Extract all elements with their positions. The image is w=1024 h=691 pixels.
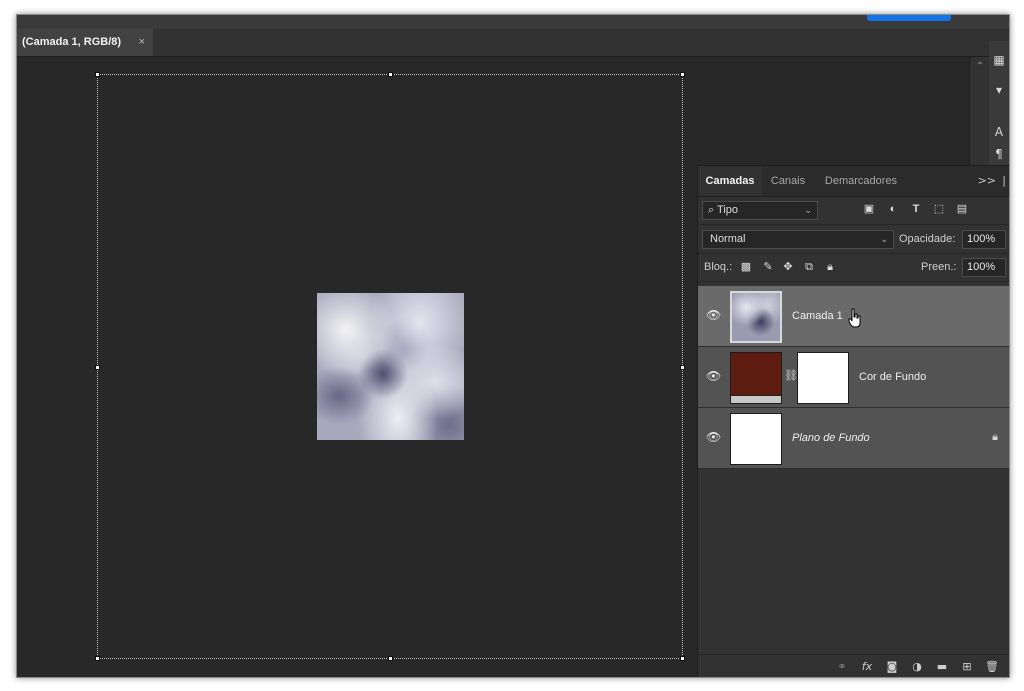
character-panel-icon[interactable]: A bbox=[993, 125, 1005, 139]
eye-icon[interactable]: 👁︎ bbox=[706, 369, 721, 383]
lock-all-icon[interactable]: 🔒︎ bbox=[823, 260, 837, 274]
blend-mode-select[interactable]: Normal ⌄ bbox=[702, 230, 894, 249]
layer-filter-label: Tipo bbox=[717, 204, 739, 216]
layers-panel-tabs: Camadas Canais Demarcadores >> | bbox=[698, 166, 1009, 197]
scroll-up-arrow-icon[interactable]: ⌃ bbox=[973, 59, 987, 75]
link-layers-icon[interactable]: ⚭ bbox=[834, 660, 850, 674]
divider bbox=[698, 281, 1009, 282]
filter-smart-object-icon[interactable]: ▤ bbox=[955, 202, 969, 216]
lock-icon[interactable]: 🔒︎ bbox=[992, 430, 998, 444]
transform-handle-top-left[interactable] bbox=[95, 72, 100, 77]
divider bbox=[698, 253, 1009, 254]
document-tab-bar: (Camada 1, RGB/8) × bbox=[17, 29, 1009, 57]
divider bbox=[698, 224, 1009, 225]
transform-handle-bottom-left[interactable] bbox=[95, 656, 100, 661]
link-icon[interactable]: ⛓︎ bbox=[784, 369, 798, 383]
lock-label: Bloq.: bbox=[704, 261, 733, 273]
opacity-label: Opacidade: bbox=[899, 233, 956, 245]
add-mask-icon[interactable]: ◙ bbox=[884, 660, 900, 674]
layers-panel: Camadas Canais Demarcadores >> | ⌕ Tipo … bbox=[697, 165, 1009, 677]
layer-row-plano-de-fundo[interactable]: 👁︎ Plano de Fundo 🔒︎ bbox=[698, 408, 1009, 469]
fill-input[interactable]: 100% bbox=[962, 258, 1006, 277]
top-toolbar bbox=[17, 15, 1009, 30]
fx-icon[interactable]: fx bbox=[859, 660, 875, 674]
hand-cursor-icon bbox=[848, 308, 861, 328]
transform-handle-right[interactable] bbox=[680, 365, 685, 370]
tab-paths[interactable]: Demarcadores bbox=[814, 166, 908, 196]
filter-shape-icon[interactable]: ⬚ bbox=[932, 202, 946, 216]
blend-mode-value: Normal bbox=[710, 233, 746, 245]
layer-mask-thumbnail[interactable] bbox=[797, 352, 849, 404]
share-button[interactable] bbox=[867, 15, 951, 21]
filter-type-icon[interactable]: T bbox=[909, 202, 923, 216]
comments-panel-icon[interactable]: ▾ bbox=[993, 83, 1005, 97]
transform-handle-bottom-right[interactable] bbox=[680, 656, 685, 661]
expand-panels-icon[interactable]: >> bbox=[978, 166, 996, 196]
fill-layer-indicator bbox=[731, 395, 781, 403]
lock-image-icon[interactable]: ✎ bbox=[761, 260, 775, 274]
filter-adjustment-icon[interactable]: ◐ bbox=[886, 202, 900, 216]
fill-layer-thumbnail bbox=[730, 352, 782, 404]
layer-filter-select[interactable]: ⌕ Tipo ⌄ bbox=[702, 201, 818, 220]
eye-icon[interactable]: 👁︎ bbox=[706, 430, 721, 444]
tab-layers[interactable]: Camadas bbox=[698, 166, 762, 196]
layer-row-cor-de-fundo[interactable]: 👁︎ ⛓︎ Cor de Fundo bbox=[698, 347, 1009, 408]
lock-transparent-icon[interactable]: ▩ bbox=[739, 260, 753, 274]
trash-icon[interactable]: 🗑︎ bbox=[984, 660, 1000, 674]
filter-row: ⌕ Tipo ⌄ ▣ ◐ T ⬚ ▤ bbox=[698, 197, 1009, 224]
lock-row: Bloq.: ▩ ✎ ✥ ⧉ 🔒︎ Preen.: 100% bbox=[698, 255, 1009, 280]
transform-handle-left[interactable] bbox=[95, 365, 100, 370]
chevron-down-icon: ⌄ bbox=[880, 234, 888, 244]
search-icon: ⌕ bbox=[708, 204, 715, 216]
layers-panel-footer: ⚭ fx ◙ ◑ ▬ ⊞ 🗑︎ bbox=[698, 654, 1009, 677]
lock-position-icon[interactable]: ✥ bbox=[781, 260, 795, 274]
chevron-down-icon: ⌄ bbox=[804, 205, 812, 215]
panel-dock: ▦ ▾ A ¶ bbox=[989, 41, 1009, 181]
opacity-input[interactable]: 100% bbox=[962, 230, 1006, 249]
layer-thumbnail bbox=[730, 291, 782, 343]
fill-label: Preen.: bbox=[921, 261, 957, 273]
properties-panel-icon[interactable]: ▦ bbox=[993, 53, 1005, 67]
new-layer-icon[interactable]: ⊞ bbox=[959, 660, 975, 674]
document-tab[interactable]: (Camada 1, RGB/8) × bbox=[17, 29, 153, 56]
layer-name[interactable]: Camada 1 bbox=[792, 286, 843, 346]
document-tab-title: (Camada 1, RGB/8) bbox=[22, 36, 122, 48]
blend-row: Normal ⌄ Opacidade: 100% bbox=[698, 227, 1009, 252]
paragraph-panel-icon[interactable]: ¶ bbox=[993, 147, 1005, 161]
lock-artboard-icon[interactable]: ⧉ bbox=[802, 260, 816, 274]
filter-pixel-icon[interactable]: ▣ bbox=[862, 202, 876, 216]
layer-row-camada-1[interactable]: 👁︎ Camada 1 bbox=[698, 286, 1009, 347]
photoshop-window: (Camada 1, RGB/8) × ⌃ ▦ ▾ A ¶ Camadas Ca… bbox=[16, 14, 1010, 678]
layer-thumbnail bbox=[730, 413, 782, 465]
layer-name[interactable]: Cor de Fundo bbox=[859, 347, 926, 407]
transform-handle-bottom[interactable] bbox=[388, 656, 393, 661]
layer-name[interactable]: Plano de Fundo bbox=[792, 408, 870, 468]
tab-channels[interactable]: Canais bbox=[762, 166, 814, 196]
transform-handle-top-right[interactable] bbox=[680, 72, 685, 77]
clouds-layer-image bbox=[317, 293, 464, 440]
eye-icon[interactable]: 👁︎ bbox=[706, 308, 721, 322]
close-tab-icon[interactable]: × bbox=[139, 29, 145, 56]
transform-handle-top[interactable] bbox=[388, 72, 393, 77]
panel-menu-icon[interactable]: | bbox=[1002, 166, 1006, 196]
adjustment-layer-icon[interactable]: ◑ bbox=[909, 660, 925, 674]
new-group-icon[interactable]: ▬ bbox=[934, 660, 950, 674]
